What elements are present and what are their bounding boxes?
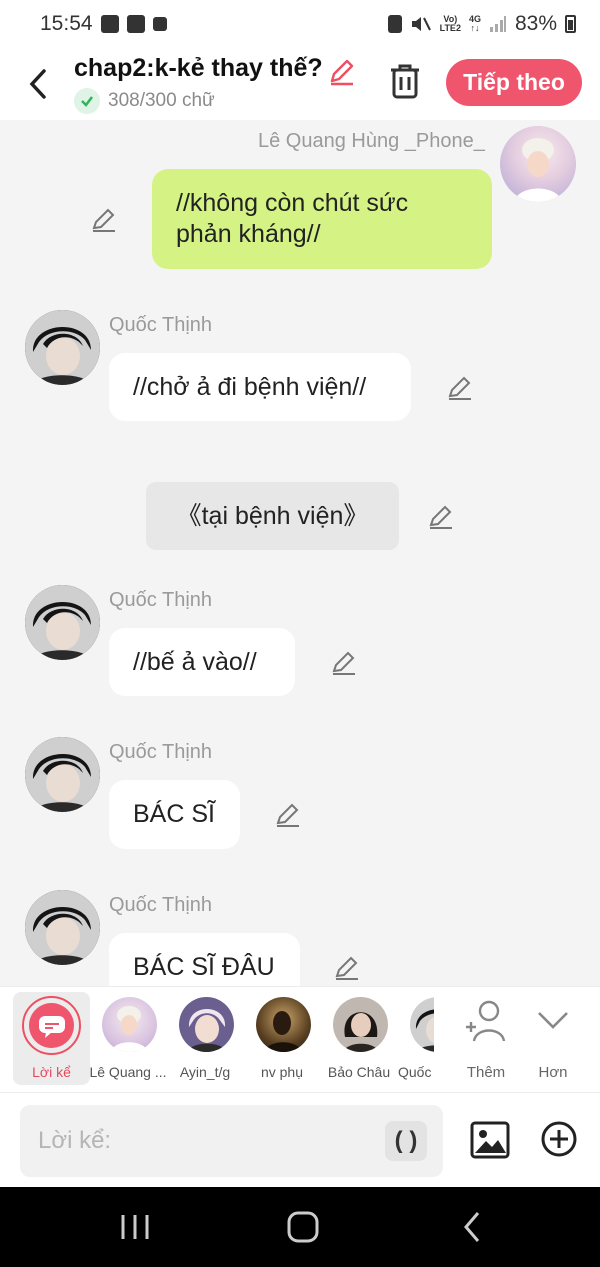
more-button[interactable]: Hơn	[523, 997, 583, 1087]
check-icon	[74, 88, 100, 114]
character-item[interactable]: nv phụ	[242, 987, 322, 1087]
character-avatar	[256, 997, 311, 1052]
add-person-icon	[466, 1000, 506, 1042]
message-bubble[interactable]: //không còn chút sức phản kháng//	[152, 169, 492, 269]
volte-indicator: Vo) LTE2	[439, 14, 461, 33]
edit-icon[interactable]	[446, 374, 474, 402]
4g-indicator: 4G ↑↓	[468, 14, 481, 33]
character-label: Bảo Châu	[327, 1064, 391, 1080]
speaker-name: Lê Quang Hùng _Phone_	[258, 130, 485, 152]
edit-icon[interactable]	[274, 801, 302, 829]
character-avatar	[410, 997, 434, 1052]
edit-icon[interactable]	[427, 503, 455, 531]
message-text: BÁC SĨ ĐÂU	[133, 952, 275, 981]
home-icon[interactable]	[283, 1209, 323, 1245]
avatar[interactable]	[25, 890, 100, 965]
character-item[interactable]: Ayin_t/g	[165, 987, 245, 1087]
narration-bubble[interactable]: 《tại bệnh viện》	[146, 482, 399, 550]
character-label: Ayin_t/g	[179, 1064, 231, 1080]
editor-header: chap2:k-kẻ thay thế? 308/300 chữ Tiếp th…	[0, 48, 600, 120]
message-bubble[interactable]: //chở ả đi bệnh viện//	[109, 353, 411, 421]
chat-area: Lê Quang Hùng _Phone_ //không còn chút s…	[0, 120, 600, 986]
character-item[interactable]: Lê Quang ...	[88, 987, 168, 1087]
next-button[interactable]: Tiếp theo	[446, 59, 582, 106]
composer: ( )	[0, 1092, 600, 1187]
system-nav-bar	[0, 1187, 600, 1267]
message-bubble[interactable]: BÁC SĨ	[109, 780, 240, 849]
character-label: nv phụ	[260, 1064, 304, 1080]
character-item[interactable]: Bảo Châu	[319, 987, 399, 1087]
app-icon	[152, 17, 167, 31]
edit-icon[interactable]	[90, 206, 118, 234]
battery-percent: 83%	[514, 12, 557, 35]
parentheses-button[interactable]: ( )	[385, 1121, 427, 1161]
more-label: Hơn	[538, 1064, 568, 1081]
word-count: 308/300 chữ	[74, 88, 215, 114]
chevron-down-icon	[538, 1012, 568, 1029]
battery-icon	[565, 15, 576, 33]
add-circle-icon[interactable]	[540, 1120, 578, 1158]
back-nav-icon[interactable]	[452, 1209, 492, 1245]
edit-icon[interactable]	[333, 954, 361, 982]
narration-input[interactable]	[20, 1105, 443, 1177]
signal-icon	[489, 16, 506, 32]
trash-icon[interactable]	[388, 62, 422, 100]
speaker-name: Quốc Thịnh	[109, 589, 213, 611]
mute-icon	[411, 17, 431, 31]
message-text: BÁC SĨ	[133, 800, 215, 828]
edit-icon[interactable]	[330, 649, 358, 677]
avatar[interactable]	[25, 737, 100, 812]
character-label: Lời kể	[32, 1064, 71, 1080]
edit-title-icon[interactable]	[327, 56, 357, 86]
character-label: Quốc	[398, 1064, 432, 1080]
facebook-icon	[126, 15, 145, 33]
chevron-left-icon	[29, 69, 46, 99]
character-avatar	[179, 997, 234, 1052]
message-text: //chở ả đi bệnh viện//	[133, 372, 367, 401]
speech-bubble-icon	[38, 1015, 65, 1038]
narrator-avatar[interactable]	[22, 996, 81, 1055]
message-text: //bế ả vào//	[133, 647, 257, 676]
message-bubble[interactable]: BÁC SĨ ĐÂU	[109, 933, 300, 986]
character-item[interactable]: Quốc	[396, 987, 434, 1087]
recent-apps-icon[interactable]	[115, 1209, 155, 1245]
message-icon	[100, 15, 119, 33]
add-character-button[interactable]: Thêm	[456, 997, 516, 1087]
back-button[interactable]	[24, 66, 52, 102]
speaker-name: Quốc Thịnh	[109, 314, 213, 336]
status-bar: 15:54 Vo) LTE2 4G ↑↓ 83%	[0, 0, 600, 48]
image-icon[interactable]	[470, 1120, 510, 1160]
avatar[interactable]	[25, 310, 100, 385]
avatar[interactable]	[500, 126, 576, 202]
speaker-name: Quốc Thịnh	[109, 741, 213, 763]
message-bubble[interactable]: //bế ả vào//	[109, 628, 295, 696]
add-character-label: Thêm	[466, 1064, 506, 1081]
chapter-title[interactable]: chap2:k-kẻ thay thế?	[74, 54, 323, 83]
lock-icon	[387, 15, 402, 33]
avatar[interactable]	[25, 585, 100, 660]
word-count-text: 308/300 chữ	[108, 90, 215, 111]
character-label: Lê Quang ...	[89, 1064, 167, 1080]
message-text: //không còn chút sức phản kháng//	[176, 189, 409, 248]
speaker-name: Quốc Thịnh	[109, 894, 213, 916]
status-time: 15:54	[40, 12, 93, 35]
character-picker: Lời kể Lê Quang ... Ayin_t/g nv phụ Bảo …	[0, 986, 600, 1092]
narration-text: 《tại bệnh viện》	[176, 501, 369, 530]
character-avatar	[102, 997, 157, 1052]
character-avatar	[333, 997, 388, 1052]
